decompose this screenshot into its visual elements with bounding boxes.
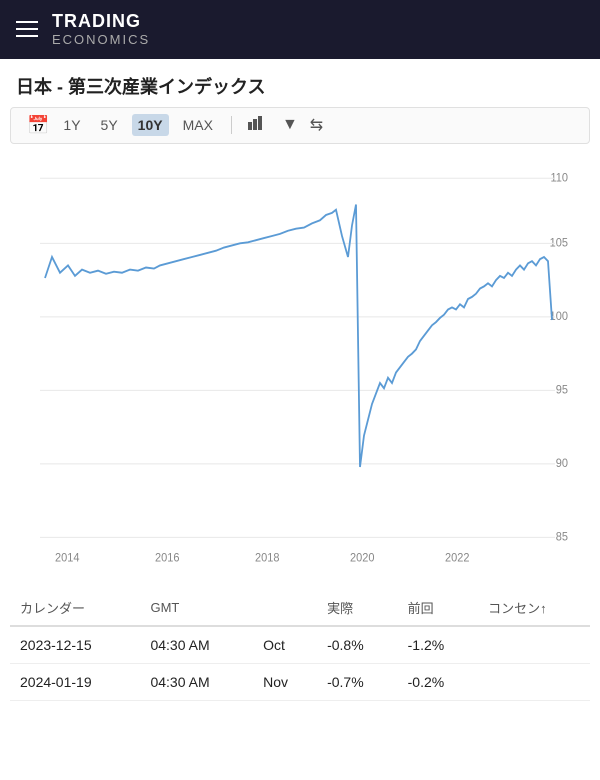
- btn-1y[interactable]: 1Y: [57, 114, 86, 136]
- cell-date: 2023-12-15: [10, 626, 140, 664]
- chart-container: 110 105 100 95 90 85 2014 2016 2018 2020…: [10, 152, 590, 572]
- cell-gmt: 04:30 AM: [140, 626, 253, 664]
- btn-max[interactable]: MAX: [177, 114, 219, 136]
- col-period: [253, 590, 317, 626]
- cell-previous: -1.2%: [398, 626, 479, 664]
- toolbar: 📅 1Y 5Y 10Y MAX ▼ ⇆: [10, 107, 590, 144]
- col-gmt: GMT: [140, 590, 253, 626]
- cell-consensus: [478, 663, 590, 700]
- table-row[interactable]: 2023-12-1504:30 AMOct-0.8%-1.2%: [10, 626, 590, 664]
- svg-text:2020: 2020: [350, 552, 374, 564]
- btn-5y[interactable]: 5Y: [95, 114, 124, 136]
- shuffle-icon[interactable]: ⇆: [310, 115, 323, 135]
- cell-previous: -0.2%: [398, 663, 479, 700]
- col-consensus: コンセン↑: [478, 590, 590, 626]
- svg-text:2018: 2018: [255, 552, 279, 564]
- table-row[interactable]: 2024-01-1904:30 AMNov-0.7%-0.2%: [10, 663, 590, 700]
- col-previous: 前回: [398, 590, 479, 626]
- svg-text:2016: 2016: [155, 552, 179, 564]
- btn-10y[interactable]: 10Y: [132, 114, 169, 136]
- table-section: カレンダー GMT 実際 前回 コンセン↑ 2023-12-1504:30 AM…: [10, 590, 590, 701]
- chart-type-button[interactable]: [244, 114, 270, 137]
- cell-actual: -0.8%: [317, 626, 398, 664]
- brand-subtitle: ECONOMICS: [52, 32, 150, 47]
- hamburger-menu[interactable]: [16, 21, 38, 37]
- brand-title: TRADING: [52, 12, 150, 32]
- svg-text:2014: 2014: [55, 552, 79, 564]
- cell-period: Nov: [253, 663, 317, 700]
- page-title: 日本 - 第三次産業インデックス: [0, 59, 600, 107]
- toolbar-separator: [231, 116, 232, 134]
- calendar-icon[interactable]: 📅: [27, 115, 49, 136]
- cell-gmt: 04:30 AM: [140, 663, 253, 700]
- cell-actual: -0.7%: [317, 663, 398, 700]
- chart-svg: 110 105 100 95 90 85 2014 2016 2018 2020…: [10, 152, 590, 572]
- col-actual: 実際: [317, 590, 398, 626]
- cell-period: Oct: [253, 626, 317, 664]
- cell-date: 2024-01-19: [10, 663, 140, 700]
- svg-text:85: 85: [556, 531, 568, 543]
- cell-consensus: [478, 626, 590, 664]
- table-header-row: カレンダー GMT 実際 前回 コンセン↑: [10, 590, 590, 626]
- brand: TRADING ECONOMICS: [52, 12, 150, 47]
- svg-text:2022: 2022: [445, 552, 469, 564]
- svg-text:95: 95: [556, 384, 568, 396]
- col-calendar: カレンダー: [10, 590, 140, 626]
- svg-text:90: 90: [556, 458, 568, 470]
- header: TRADING ECONOMICS: [0, 0, 600, 59]
- data-table: カレンダー GMT 実際 前回 コンセン↑ 2023-12-1504:30 AM…: [10, 590, 590, 701]
- chart-dropdown-button[interactable]: ▼: [278, 114, 302, 136]
